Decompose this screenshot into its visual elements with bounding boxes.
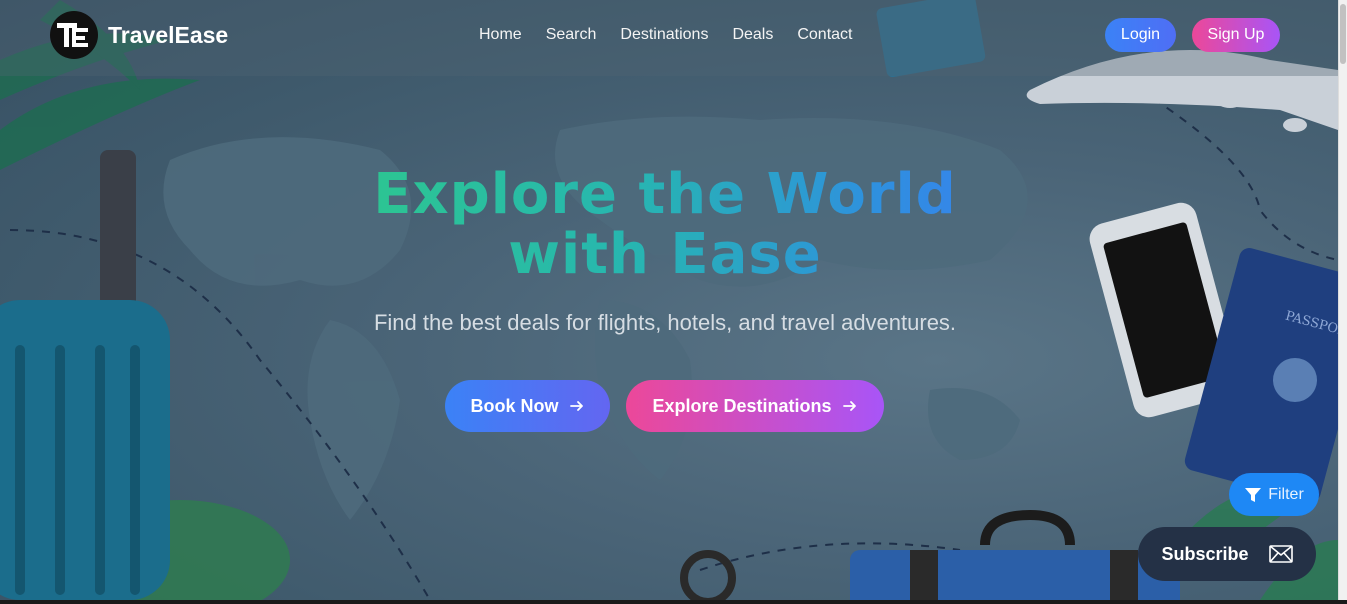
- main-nav: Home Search Destinations Deals Contact: [479, 26, 852, 44]
- subscribe-label: Subscribe: [1161, 543, 1249, 564]
- nav-link-contact[interactable]: Contact: [797, 26, 852, 44]
- brand-name: TravelEase: [108, 21, 229, 48]
- headline-line-2: with Ease: [508, 222, 822, 287]
- nav-link-search[interactable]: Search: [546, 26, 597, 44]
- hero-headline: Explore the World with Ease: [300, 165, 1030, 285]
- book-now-label: Book Now: [470, 395, 559, 416]
- explore-destinations-button[interactable]: Explore Destinations: [626, 380, 884, 432]
- hero-section: PASSPORT TravelEase Home Search Destinat…: [0, 0, 1338, 600]
- arrow-right-icon: [569, 401, 583, 411]
- brand-logo[interactable]: TravelEase: [50, 11, 228, 59]
- signup-button[interactable]: Sign Up: [1192, 18, 1280, 52]
- hero-subtitle: Find the best deals for flights, hotels,…: [373, 310, 957, 335]
- explore-destinations-label: Explore Destinations: [652, 395, 832, 416]
- scrollbar-thumb[interactable]: [1340, 4, 1346, 64]
- passport-text: PASSPORT: [1284, 309, 1338, 342]
- nav-link-deals[interactable]: Deals: [732, 26, 773, 44]
- nav-link-home[interactable]: Home: [479, 26, 522, 44]
- filter-label: Filter: [1268, 485, 1304, 503]
- subscribe-button[interactable]: Subscribe: [1138, 527, 1316, 581]
- travel-background-illustration: PASSPORT: [0, 0, 1338, 600]
- book-now-button[interactable]: Book Now: [445, 380, 610, 432]
- headline-line-1: Explore the World: [373, 162, 957, 227]
- mail-icon: [1268, 545, 1293, 563]
- filter-button[interactable]: Filter: [1229, 473, 1319, 516]
- login-button[interactable]: Login: [1105, 18, 1176, 52]
- vertical-scrollbar[interactable]: [1338, 0, 1347, 600]
- bottom-edge: [0, 600, 1347, 604]
- logo-badge: [50, 11, 98, 59]
- navbar: TravelEase Home Search Destinations Deal…: [0, 0, 1338, 76]
- nav-link-destinations[interactable]: Destinations: [620, 26, 708, 44]
- filter-icon: [1245, 487, 1262, 502]
- te-logo-icon: [57, 23, 88, 47]
- arrow-right-icon: [842, 401, 856, 411]
